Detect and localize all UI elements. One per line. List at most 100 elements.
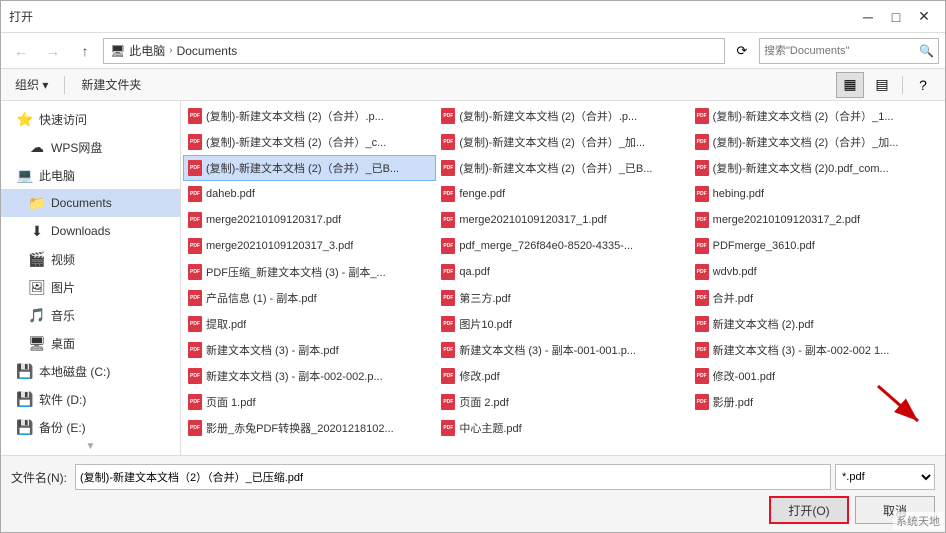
file-item[interactable]: PDF (复制)-新建文本文档 (2)（合并）_已B...: [436, 155, 689, 181]
search-box[interactable]: 🔍: [759, 38, 939, 64]
file-item[interactable]: PDF 页面 1.pdf: [183, 389, 436, 415]
pdf-icon: PDF: [695, 160, 709, 176]
file-item[interactable]: PDF merge20210109120317.pdf: [183, 207, 436, 233]
sidebar-item-local-disk-c[interactable]: 💾 本地磁盘 (C:): [1, 357, 180, 385]
sidebar-scroll-down[interactable]: ▼: [1, 441, 180, 452]
file-name: 影册.pdf: [713, 394, 753, 410]
desktop-icon: 🖥: [29, 335, 45, 351]
file-item[interactable]: PDF daheb.pdf: [183, 181, 436, 207]
new-folder-button[interactable]: 新建文件夹: [75, 73, 147, 97]
back-button[interactable]: ←: [7, 37, 35, 65]
file-item[interactable]: PDF 中心主题.pdf: [436, 415, 689, 441]
up-button[interactable]: ↑: [71, 37, 99, 65]
file-item[interactable]: PDF (复制)-新建文本文档 (2)（合并）_c...: [183, 129, 436, 155]
open-button[interactable]: 打开(O): [769, 496, 849, 524]
file-item[interactable]: PDF wdvb.pdf: [690, 259, 943, 285]
sidebar-item-label: 备份 (E:): [39, 419, 86, 436]
file-item[interactable]: PDF 合并.pdf: [690, 285, 943, 311]
file-item[interactable]: PDF pdf_merge_726f84e0-8520-4335-...: [436, 233, 689, 259]
sidebar-item-wps-cloud[interactable]: ☁ WPS网盘: [1, 133, 180, 161]
file-item[interactable]: PDF 修改.pdf: [436, 363, 689, 389]
file-item[interactable]: PDF merge20210109120317_3.pdf: [183, 233, 436, 259]
file-item[interactable]: PDF 图片10.pdf: [436, 311, 689, 337]
help-button[interactable]: ?: [909, 72, 937, 98]
file-item[interactable]: PDF (复制)-新建文本文档 (2)0.pdf_com...: [690, 155, 943, 181]
pdf-icon: PDF: [441, 186, 455, 202]
breadcrumb[interactable]: 🖥 此电脑 › Documents: [103, 38, 725, 64]
pdf-icon: PDF: [695, 342, 709, 358]
breadcrumb-pc-icon: 🖥: [110, 44, 125, 58]
filetype-select[interactable]: *.pdf: [835, 464, 935, 490]
forward-button[interactable]: →: [39, 37, 67, 65]
sidebar-item-music[interactable]: 🎵 音乐: [1, 301, 180, 329]
file-item[interactable]: PDF 页面 2.pdf: [436, 389, 689, 415]
pdf-icon: PDF: [695, 394, 709, 410]
sidebar-item-videos[interactable]: 🎬 视频: [1, 245, 180, 273]
software-d-icon: 💾: [17, 391, 33, 407]
file-item[interactable]: PDF qa.pdf: [436, 259, 689, 285]
file-item[interactable]: PDF 新建文本文档 (3) - 副本-002-002.p...: [183, 363, 436, 389]
pdf-icon: PDF: [188, 160, 202, 176]
file-item[interactable]: PDF (复制)-新建文本文档 (2)（合并）.p...: [436, 103, 689, 129]
file-item[interactable]: PDF merge20210109120317_2.pdf: [690, 207, 943, 233]
organize-button[interactable]: 组织 ▾: [9, 73, 54, 97]
file-name: 新建文本文档 (3) - 副本-002-002.p...: [206, 368, 383, 384]
file-item[interactable]: PDF hebing.pdf: [690, 181, 943, 207]
close-button[interactable]: ✕: [911, 4, 937, 30]
watermark: 系统天地: [893, 512, 943, 530]
file-item[interactable]: PDF merge20210109120317_1.pdf: [436, 207, 689, 233]
file-item[interactable]: PDF 影册.pdf: [690, 389, 943, 415]
file-item[interactable]: PDF PDF压缩_新建文本文档 (3) - 副本_...: [183, 259, 436, 285]
file-name: 图片10.pdf: [459, 316, 512, 332]
file-item[interactable]: PDF 影册_赤兔PDF转换器_20201218102...: [183, 415, 436, 441]
address-bar: ← → ↑ 🖥 此电脑 › Documents ⟳ 🔍: [1, 33, 945, 69]
refresh-button[interactable]: ⟳: [729, 38, 755, 64]
view-list-button[interactable]: ▤: [868, 72, 896, 98]
file-item[interactable]: PDF (复制)-新建文本文档 (2)（合并）_加...: [690, 129, 943, 155]
pdf-icon: PDF: [188, 212, 202, 228]
forward-icon: →: [46, 43, 60, 59]
sidebar-item-documents[interactable]: 📁 Documents: [1, 189, 180, 217]
file-item[interactable]: PDF 第三方.pdf: [436, 285, 689, 311]
file-item[interactable]: PDF (复制)-新建文本文档 (2)（合并）.p...: [183, 103, 436, 129]
breadcrumb-pc-label: 此电脑: [129, 42, 165, 59]
file-item[interactable]: PDF 产品信息 (1) - 副本.pdf: [183, 285, 436, 311]
sidebar-item-downloads[interactable]: ⬇ Downloads: [1, 217, 180, 245]
file-item-selected[interactable]: PDF (复制)-新建文本文档 (2)（合并）_已B...: [183, 155, 436, 181]
pdf-icon: PDF: [695, 108, 709, 124]
filename-label: 文件名(N):: [11, 469, 67, 486]
file-name: (复制)-新建文本文档 (2)（合并）_已B...: [206, 160, 399, 176]
file-item[interactable]: PDF (复制)-新建文本文档 (2)（合并）_加...: [436, 129, 689, 155]
sidebar-item-label: Downloads: [51, 224, 110, 238]
sidebar-item-this-pc[interactable]: 💻 此电脑: [1, 161, 180, 189]
file-item[interactable]: PDF 新建文本文档 (3) - 副本.pdf: [183, 337, 436, 363]
search-input[interactable]: [764, 45, 919, 57]
file-item[interactable]: PDF 修改-001.pdf: [690, 363, 943, 389]
file-item[interactable]: PDF PDFmerge_3610.pdf: [690, 233, 943, 259]
minimize-button[interactable]: ─: [855, 4, 881, 30]
sidebar-item-software-d[interactable]: 💾 软件 (D:): [1, 385, 180, 413]
sidebar-item-desktop[interactable]: 🖥 桌面: [1, 329, 180, 357]
file-item[interactable]: PDF (复制)-新建文本文档 (2)（合并）_1...: [690, 103, 943, 129]
file-name: pdf_merge_726f84e0-8520-4335-...: [459, 240, 633, 252]
file-name: 新建文本文档 (3) - 副本.pdf: [206, 342, 339, 358]
sidebar-item-pictures[interactable]: 🖼 图片: [1, 273, 180, 301]
filename-input[interactable]: [75, 464, 831, 490]
file-name: (复制)-新建文本文档 (2)（合并）_已B...: [459, 160, 652, 176]
view-grid-button[interactable]: ▦: [836, 72, 864, 98]
file-item[interactable]: PDF 新建文本文档 (3) - 副本-001-001.p...: [436, 337, 689, 363]
sidebar-item-backup-e[interactable]: 💾 备份 (E:): [1, 413, 180, 441]
pictures-icon: 🖼: [29, 279, 45, 295]
pdf-icon: PDF: [188, 394, 202, 410]
maximize-button[interactable]: □: [883, 4, 909, 30]
sidebar-item-quick-access[interactable]: ⭐ 快速访问: [1, 105, 180, 133]
file-item[interactable]: PDF fenge.pdf: [436, 181, 689, 207]
file-name: PDFmerge_3610.pdf: [713, 240, 815, 252]
file-name: (复制)-新建文本文档 (2)（合并）_加...: [713, 134, 899, 150]
file-item[interactable]: PDF 新建文本文档 (2).pdf: [690, 311, 943, 337]
pdf-icon: PDF: [188, 264, 202, 280]
sidebar-item-label: 视频: [51, 251, 75, 268]
pdf-icon: PDF: [188, 134, 202, 150]
file-item[interactable]: PDF 新建文本文档 (3) - 副本-002-002 1...: [690, 337, 943, 363]
file-item[interactable]: PDF 提取.pdf: [183, 311, 436, 337]
